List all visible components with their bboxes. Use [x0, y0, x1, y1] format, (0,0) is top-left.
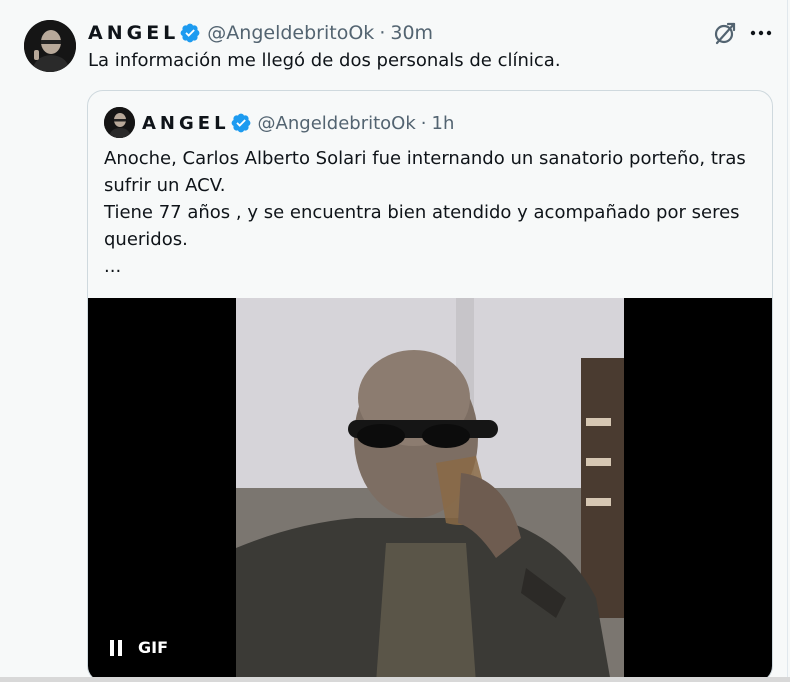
- verified-badge-icon: [179, 22, 201, 44]
- quoted-author-avatar: [104, 107, 135, 138]
- quoted-tweet-text: Anoche, Carlos Alberto Solari fue intern…: [104, 145, 764, 280]
- quoted-text-line: Tiene 77 años , y se encuentra bien aten…: [104, 202, 746, 250]
- more-options-icon[interactable]: [748, 20, 774, 46]
- gif-media[interactable]: GIF: [88, 298, 772, 681]
- grok-icon[interactable]: [712, 20, 738, 46]
- tweet-text: La información me llegó de dos personals…: [88, 50, 561, 71]
- gif-controls: GIF: [110, 638, 168, 657]
- bottom-divider: [0, 677, 790, 682]
- author-avatar[interactable]: [24, 20, 76, 72]
- author-name[interactable]: ANGEL: [88, 22, 179, 44]
- quoted-tweet-timestamp: 1h: [431, 112, 455, 134]
- quoted-author-handle: @AngeldebritoOk: [257, 112, 416, 134]
- gif-badge: GIF: [138, 638, 169, 657]
- quoted-text-line: Anoche, Carlos Alberto Solari fue intern…: [104, 148, 752, 196]
- tweet-timestamp[interactable]: 30m: [390, 22, 433, 44]
- author-handle[interactable]: @AngeldebritoOk: [207, 22, 374, 44]
- separator-dot: ·: [379, 22, 386, 44]
- quoted-text-line: ...: [104, 256, 122, 277]
- gif-frame: [236, 298, 624, 681]
- separator-dot: ·: [420, 112, 427, 134]
- quoted-author-name: ANGEL: [142, 112, 230, 134]
- pause-icon[interactable]: [110, 639, 124, 656]
- tweet-header: ANGEL @AngeldebritoOk · 30m: [88, 18, 433, 48]
- verified-badge-icon: [230, 112, 252, 134]
- quoted-tweet[interactable]: ANGEL @AngeldebritoOk · 1h Anoche, Carlo…: [87, 90, 773, 682]
- quoted-tweet-header: ANGEL @AngeldebritoOk · 1h: [142, 108, 454, 138]
- tweet[interactable]: ANGEL @AngeldebritoOk · 30m La informaci…: [0, 0, 788, 682]
